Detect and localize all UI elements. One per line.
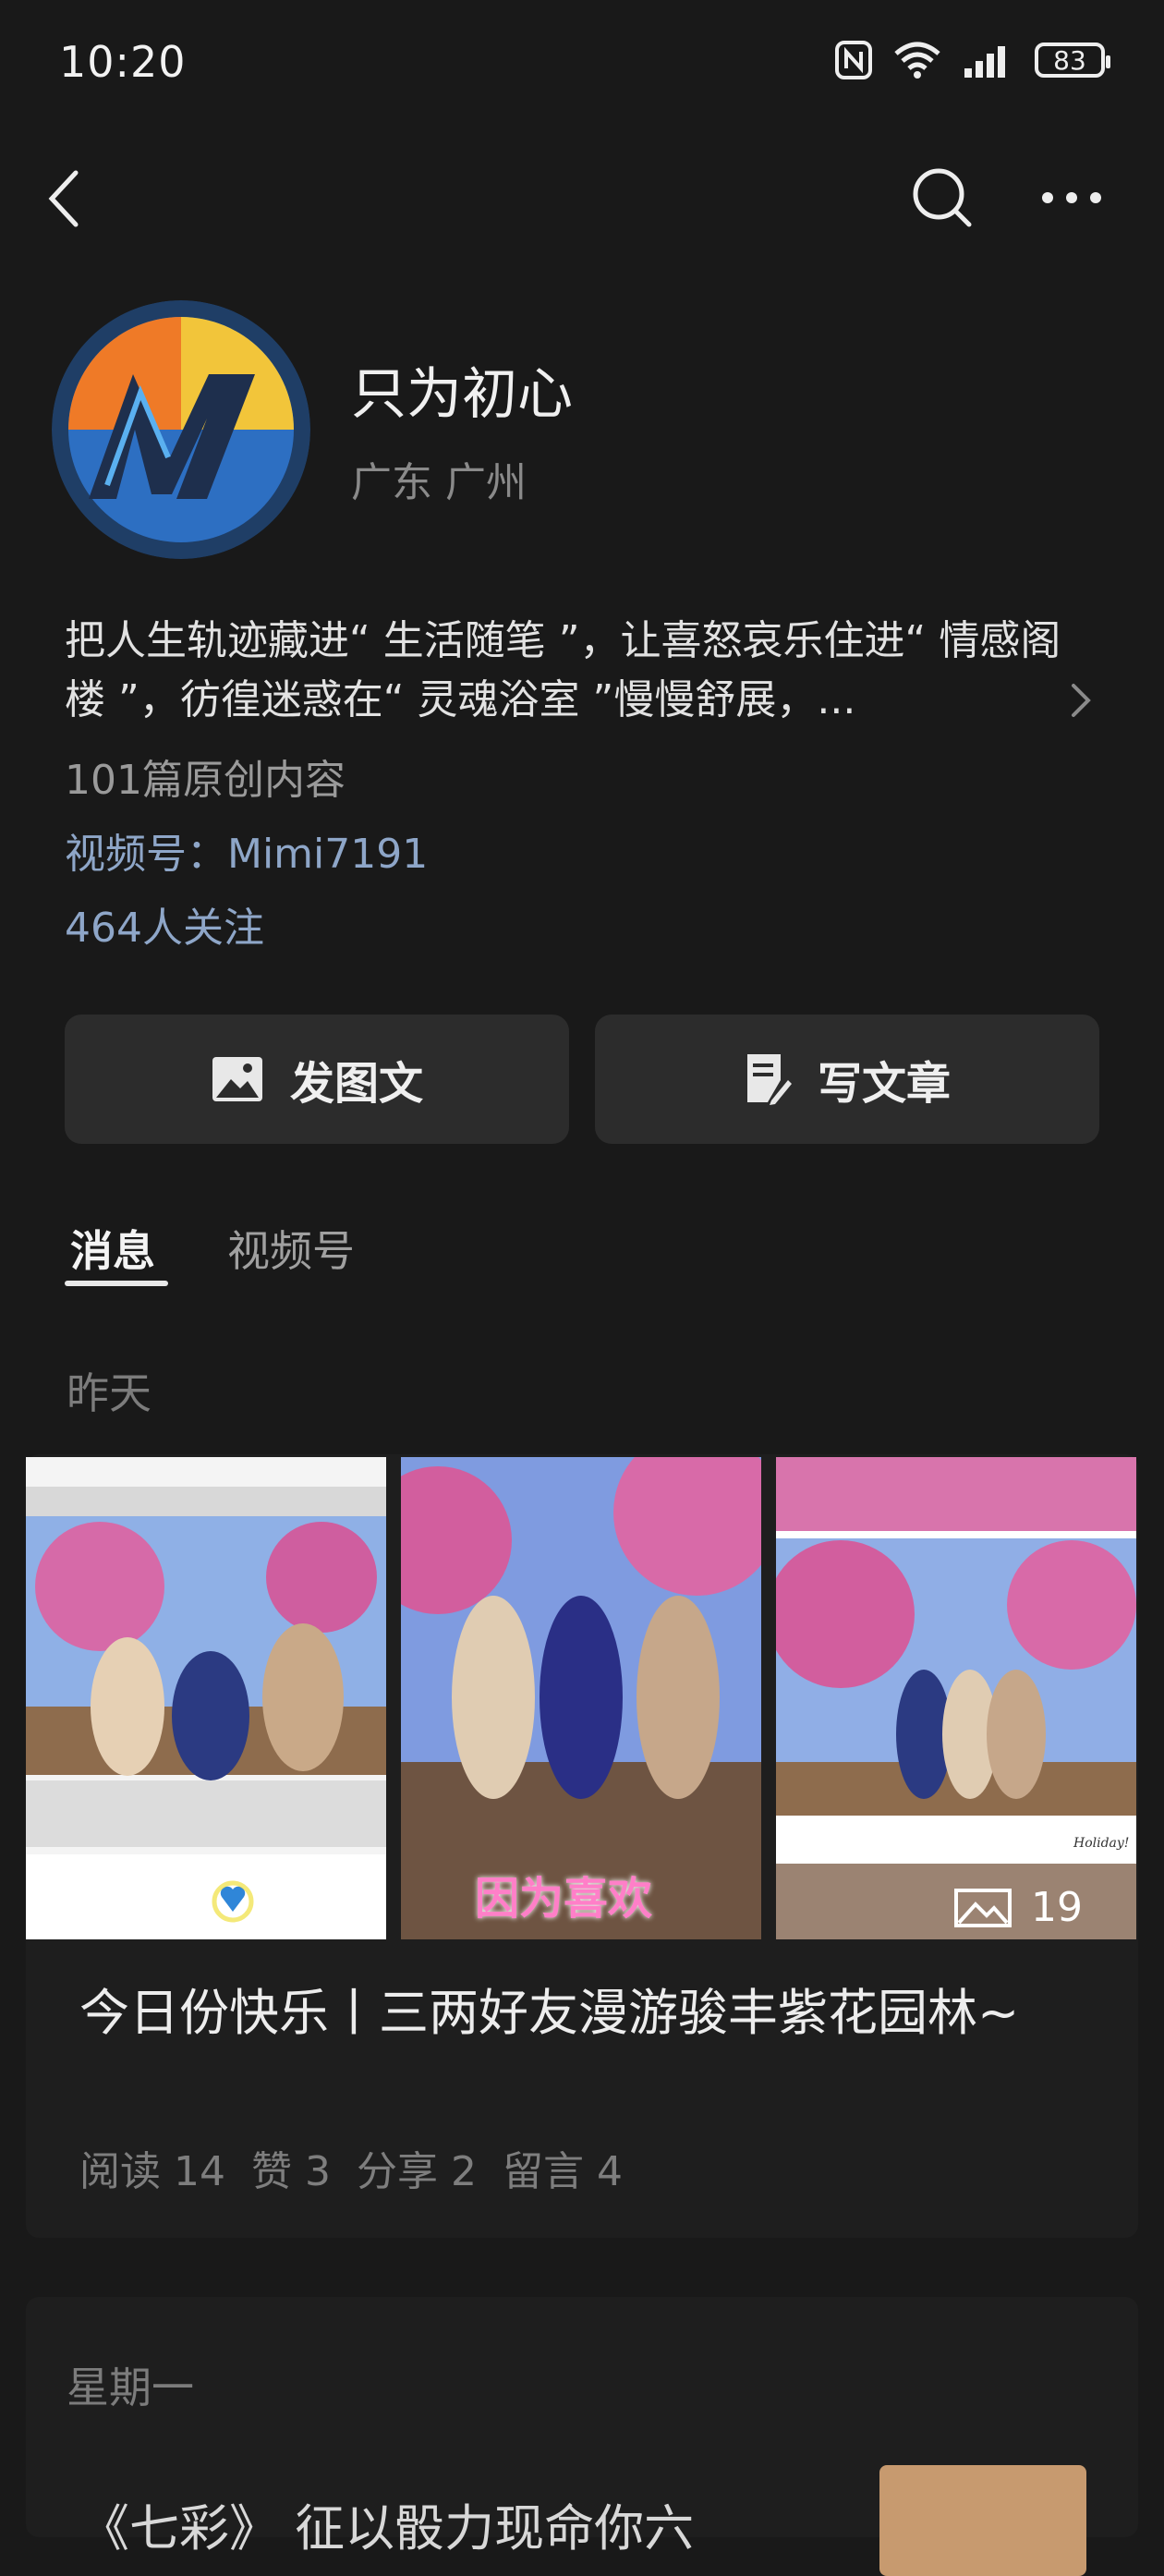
image-count: 19 bbox=[1031, 1884, 1083, 1931]
back-button[interactable] bbox=[37, 166, 92, 231]
write-article-label: 写文章 bbox=[817, 1058, 951, 1110]
edit-document-icon bbox=[746, 1054, 792, 1105]
more-button[interactable] bbox=[1038, 181, 1105, 214]
followers-link[interactable]: 464人关注 bbox=[65, 894, 264, 954]
tab-video-account[interactable]: 视频号 bbox=[227, 1218, 355, 1279]
search-icon bbox=[913, 168, 972, 227]
image-overlay-text: 因为喜欢 bbox=[475, 1873, 653, 1925]
image-icon bbox=[212, 1057, 262, 1101]
share-count: 分享 2 bbox=[356, 2148, 477, 2195]
battery-level: 83 bbox=[1053, 44, 1086, 76]
search-button[interactable] bbox=[907, 163, 977, 233]
post-image-text-button[interactable]: 发图文 bbox=[65, 1015, 569, 1144]
article-image-3[interactable]: Holiday! 19 bbox=[776, 1457, 1136, 1939]
article-image-1[interactable] bbox=[26, 1457, 386, 1939]
chevron-right-icon[interactable] bbox=[1070, 682, 1092, 719]
article-stats: 阅读 14 赞 3 分享 2 留言 4 bbox=[79, 2138, 623, 2197]
status-icons: 83 bbox=[835, 41, 1110, 79]
wifi-icon bbox=[894, 42, 940, 79]
avatar[interactable] bbox=[52, 300, 310, 559]
avatar-logo bbox=[52, 300, 310, 559]
signal-icon bbox=[964, 46, 1005, 78]
photo-caption: Holiday! bbox=[1073, 1836, 1130, 1851]
profile-location: 广东 广州 bbox=[351, 459, 527, 506]
status-time: 10:20 bbox=[59, 37, 187, 87]
feed-date-2: 星期一 bbox=[67, 2363, 194, 2412]
tab-active-indicator bbox=[65, 1281, 168, 1286]
comment-count: 留言 4 bbox=[502, 2148, 623, 2195]
article-photo-3 bbox=[776, 1457, 1136, 1939]
nfc-icon bbox=[835, 41, 872, 79]
read-count: 阅读 14 bbox=[79, 2148, 225, 2195]
profile-name: 只为初心 bbox=[351, 362, 573, 427]
profile-bio[interactable]: 把人生轨迹藏进“ 生活随笔 ”，让喜怒哀乐住进“ 情感阁楼 ”，彷徨迷惑在“ 灵… bbox=[65, 612, 1072, 730]
video-account-link[interactable]: 视频号：Mimi7191 bbox=[65, 820, 428, 880]
gallery-icon bbox=[954, 1889, 1012, 1927]
article-title-2[interactable]: 《七彩》 征以骰力现命你六 bbox=[79, 2487, 694, 2560]
article-thumbnail-2[interactable] bbox=[879, 2465, 1086, 2576]
write-article-button[interactable]: 写文章 bbox=[595, 1015, 1099, 1144]
chevron-left-icon bbox=[48, 170, 79, 227]
more-icon bbox=[1042, 192, 1101, 203]
like-count: 赞 3 bbox=[250, 2148, 331, 2195]
article-title[interactable]: 今日份快乐丨三两好友漫游骏丰紫花园林~ bbox=[79, 1977, 1096, 2049]
battery-indicator: 83 bbox=[1035, 43, 1110, 78]
article-image-2[interactable]: 因为喜欢 bbox=[401, 1457, 761, 1939]
feed-date: 昨天 bbox=[67, 1368, 152, 1418]
tab-messages[interactable]: 消息 bbox=[70, 1218, 155, 1279]
article-photo-1 bbox=[26, 1457, 386, 1939]
original-count: 101篇原创内容 bbox=[65, 757, 346, 804]
post-image-text-label: 发图文 bbox=[289, 1058, 423, 1110]
